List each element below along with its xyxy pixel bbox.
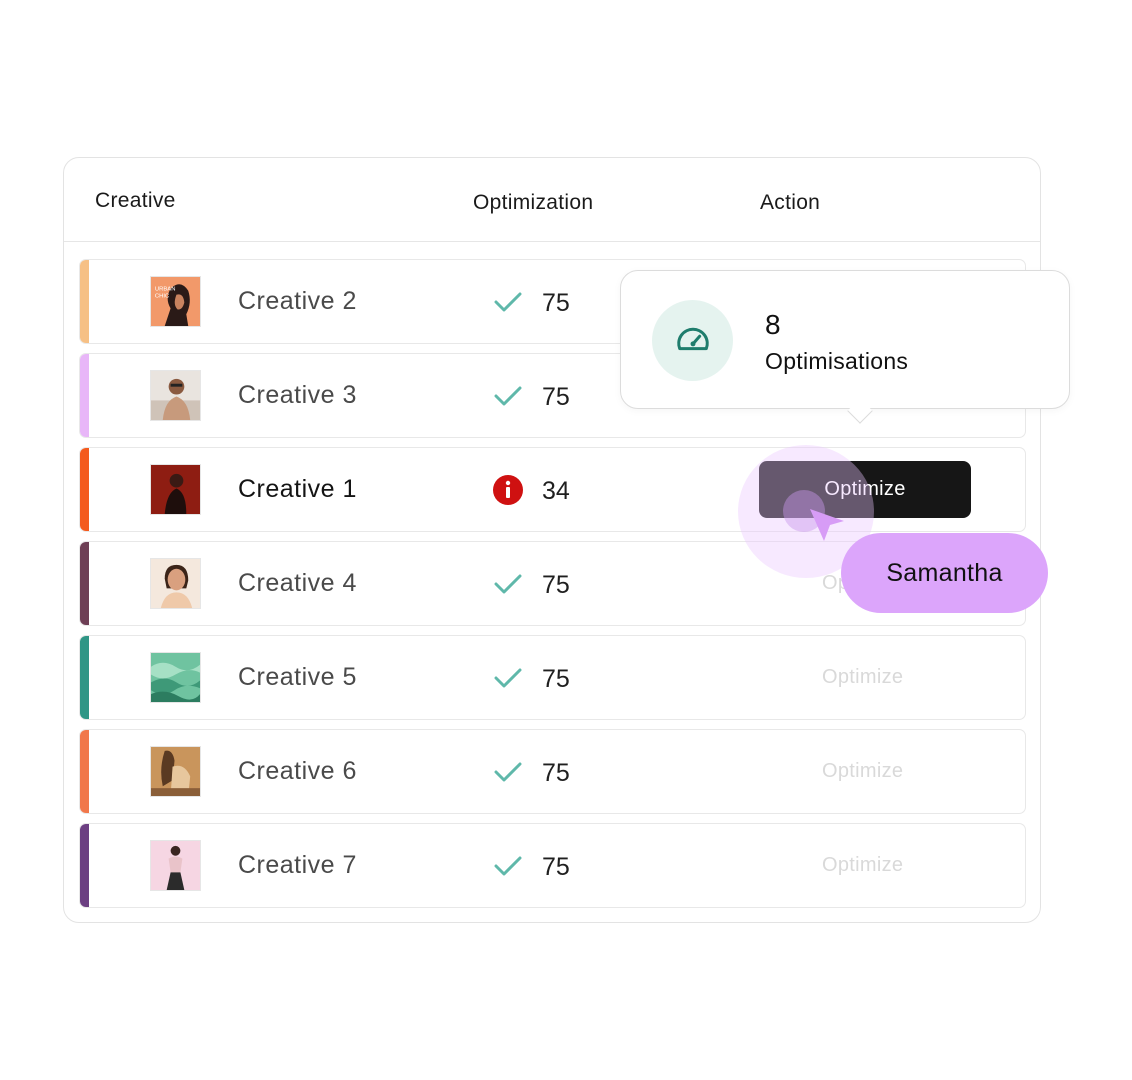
row-color-stripe [80, 542, 89, 625]
optimize-button[interactable]: Optimize [822, 760, 903, 783]
creative-name: Creative 6 [238, 757, 357, 785]
table-header: Creative Optimization Action [64, 158, 1040, 242]
creative-name: Creative 5 [238, 663, 357, 691]
cursor-arrow-icon [810, 509, 844, 541]
check-icon [494, 668, 522, 688]
creative-name: Creative 4 [238, 569, 357, 597]
svg-text:CHIC: CHIC [155, 294, 170, 300]
optimization-score: 75 [542, 289, 570, 317]
column-header-action: Action [760, 191, 821, 214]
row-color-stripe [80, 636, 89, 719]
collaborator-cursor-label: Samantha [841, 533, 1048, 613]
optimisations-label: Optimisations [765, 348, 909, 374]
check-icon [494, 574, 522, 594]
speedometer-icon-badge [652, 300, 733, 381]
optimization-score: 75 [542, 759, 570, 787]
column-header-creative: Creative [95, 189, 176, 212]
table-row[interactable]: Creative 7 75 Optimize [79, 823, 1026, 908]
optimize-button[interactable]: Optimize [822, 854, 903, 877]
creative-thumbnail [150, 840, 201, 891]
svg-text:URBAN: URBAN [155, 287, 176, 293]
row-color-stripe [80, 824, 89, 907]
optimization-score: 34 [542, 477, 570, 505]
row-color-stripe [80, 730, 89, 813]
check-icon [494, 386, 522, 406]
check-icon [494, 856, 522, 876]
optimize-button[interactable]: Optimize [822, 666, 903, 689]
optimisations-count: 8 [765, 309, 781, 340]
optimization-score: 75 [542, 571, 570, 599]
creative-thumbnail [150, 746, 201, 797]
table-row[interactable]: Creative 6 75 Optimize [79, 729, 1026, 814]
optimization-score: 75 [542, 665, 570, 693]
warning-icon [493, 475, 523, 505]
column-header-optimization: Optimization [473, 191, 594, 214]
creative-name: Creative 7 [238, 851, 357, 879]
row-color-stripe [80, 448, 89, 531]
row-color-stripe [80, 260, 89, 343]
creative-thumbnail: URBAN CHIC [150, 276, 201, 327]
check-icon [494, 292, 522, 312]
speedometer-icon [676, 327, 709, 350]
check-icon [494, 762, 522, 782]
creative-thumbnail [150, 464, 201, 515]
creative-thumbnail [150, 370, 201, 421]
optimization-score: 75 [542, 853, 570, 881]
optimization-score: 75 [542, 383, 570, 411]
creative-name: Creative 1 [238, 475, 357, 503]
creative-thumbnail [150, 652, 201, 703]
creative-name: Creative 2 [238, 287, 357, 315]
table-row[interactable]: Creative 5 75 Optimize [79, 635, 1026, 720]
optimisations-popover: 8 Optimisations [620, 270, 1070, 424]
creative-thumbnail [150, 558, 201, 609]
row-color-stripe [80, 354, 89, 437]
creative-name: Creative 3 [238, 381, 357, 409]
